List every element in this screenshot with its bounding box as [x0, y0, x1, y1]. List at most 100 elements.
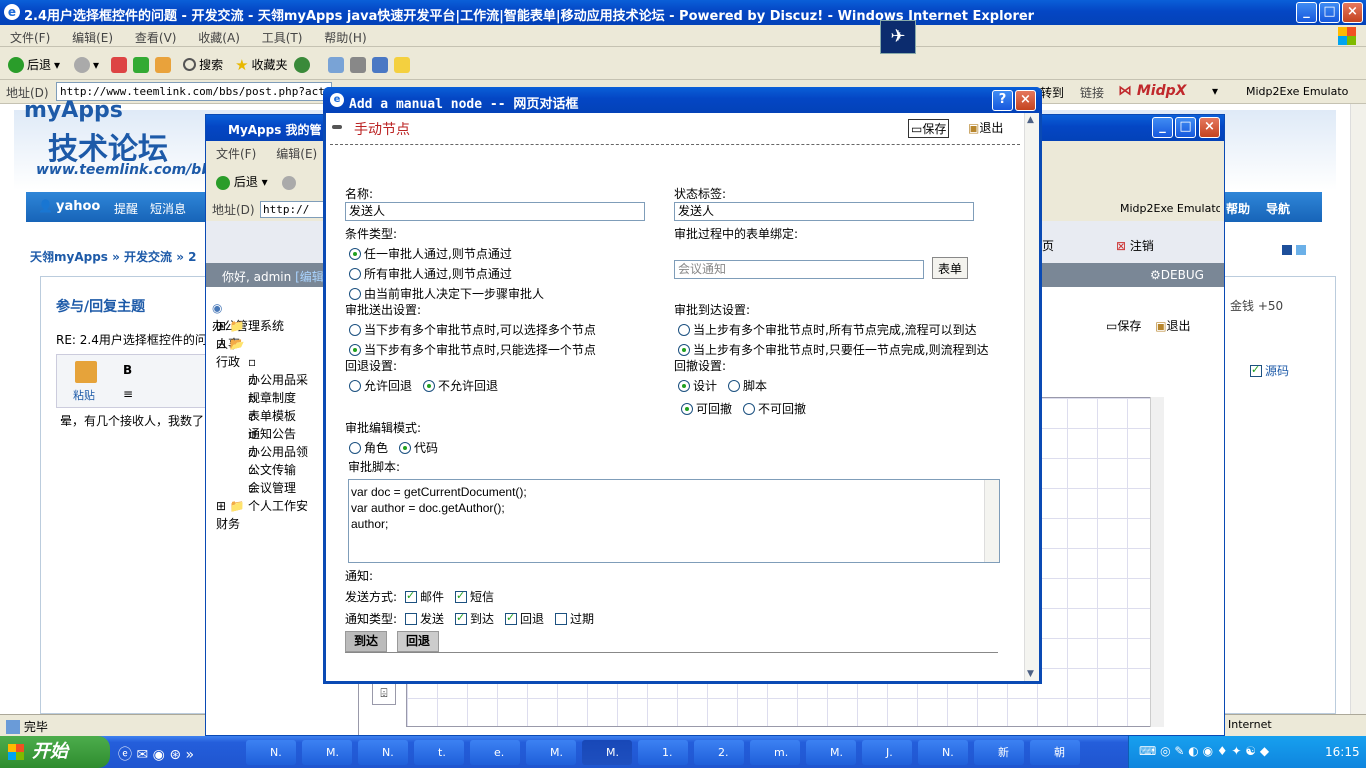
refresh-icon[interactable]	[133, 56, 150, 73]
revoke-mode-script[interactable]: 脚本	[728, 377, 767, 394]
name-input[interactable]: 发送人	[345, 202, 645, 221]
nav-navigate[interactable]: 导航	[1266, 200, 1290, 217]
scroll-up-icon[interactable]: ▲	[1027, 115, 1034, 125]
myapps-maximize-button[interactable]: □	[1175, 117, 1196, 138]
back-button[interactable]: 后退 ▾	[8, 56, 60, 73]
tab-arrive[interactable]: 到达	[345, 631, 387, 652]
debug-label[interactable]: ⚙DEBUG	[1150, 268, 1204, 282]
paste-icon[interactable]	[75, 361, 97, 383]
canvas-scrollbar[interactable]	[1150, 397, 1164, 727]
nav-message[interactable]: 短消息	[150, 200, 186, 217]
myapps-minimize-button[interactable]: _	[1152, 117, 1173, 138]
paste-button[interactable]: 粘贴	[73, 387, 95, 403]
type-option-back[interactable]: 回退	[505, 610, 544, 627]
send-option-sms[interactable]: 短信	[455, 588, 494, 605]
search-button[interactable]: 搜索	[183, 56, 223, 73]
edit-mode-role[interactable]: 角色	[349, 439, 388, 456]
task-item[interactable]: J.	[862, 740, 912, 765]
firefox-quick-icon[interactable]: ◉	[153, 747, 165, 763]
send-option-mail[interactable]: 邮件	[405, 588, 444, 605]
scroll-down-icon[interactable]: ▼	[1027, 669, 1034, 679]
help-button[interactable]: ?	[992, 90, 1013, 111]
note-icon[interactable]	[393, 56, 410, 73]
back-option-deny[interactable]: 不允许回退	[423, 377, 498, 394]
task-item[interactable]: N.	[358, 740, 408, 765]
task-item[interactable]: 1.	[638, 740, 688, 765]
menu-tools[interactable]: 工具(T)	[262, 31, 303, 45]
goto-button[interactable]: 转到	[1040, 84, 1064, 101]
editor-text[interactable]: 晕，有几个接收人，我数了	[60, 412, 206, 429]
revoke-mode-design[interactable]: 设计	[678, 377, 717, 394]
task-item[interactable]: M.	[302, 740, 352, 765]
task-item[interactable]: N.	[918, 740, 968, 765]
align-icon[interactable]: ≡	[123, 387, 133, 401]
script-scrollbar[interactable]	[984, 480, 999, 562]
type-option-expire[interactable]: 过期	[555, 610, 594, 627]
myapps-address[interactable]: http://	[260, 201, 326, 218]
canvas-tool-icon[interactable]: ⌹	[372, 681, 396, 705]
task-item[interactable]: t.	[414, 740, 464, 765]
revoke-option-deny[interactable]: 不可回撤	[743, 400, 806, 417]
bold-icon[interactable]: B	[123, 363, 132, 377]
task-item-active[interactable]: M.	[582, 740, 632, 765]
out-option-multi[interactable]: 当下步有多个审批节点时,可以选择多个节点	[349, 321, 596, 338]
dialog-exit-button[interactable]: ▣退出	[968, 119, 1003, 136]
forward-button[interactable]: ▾	[74, 56, 99, 73]
cond-option-decide[interactable]: 由当前审批人决定下一步骤审批人	[349, 285, 544, 302]
minimize-button[interactable]: _	[1296, 2, 1317, 23]
myapps-midp-link[interactable]: Midp2Exe Emulato	[1120, 202, 1220, 215]
mail-quick-icon[interactable]: ✉	[136, 747, 148, 763]
media-quick-icon[interactable]: ⊛	[169, 747, 181, 763]
logout-link[interactable]: ⊠ 注销	[1116, 237, 1154, 254]
home-icon[interactable]	[155, 56, 172, 73]
arrive-option-all[interactable]: 当上步有多个审批节点时,所有节点完成,流程可以到达	[678, 321, 977, 338]
menu-help[interactable]: 帮助(H)	[324, 31, 366, 45]
favorites-button[interactable]: ★ 收藏夹	[235, 56, 287, 74]
form-binding-input[interactable]: 会议通知	[674, 260, 924, 279]
ie-quick-icon[interactable]: ⓔ	[118, 747, 132, 763]
script-textarea[interactable]: var doc = getCurrentDocument(); var auth…	[348, 479, 1000, 563]
menu-file[interactable]: 文件(F)	[10, 31, 50, 45]
task-item[interactable]: e.	[470, 740, 520, 765]
task-item[interactable]: 2.	[694, 740, 744, 765]
tray-icons[interactable]: ⌨ ◎ ✎ ◐ ◉ ♦ ✦ ☯ ◆	[1139, 744, 1269, 758]
arrive-option-any[interactable]: 当上步有多个审批节点时,只要任一节点完成,则流程到达	[678, 341, 989, 358]
dialog-scrollbar[interactable]: ▲ ▼	[1024, 113, 1039, 681]
links-label[interactable]: 链接	[1080, 84, 1104, 101]
chevron-down-icon[interactable]: ▾	[1212, 84, 1218, 98]
myapps-exit-button[interactable]: ▣退出	[1155, 319, 1190, 333]
menu-edit[interactable]: 编辑(E)	[72, 31, 113, 45]
back-option-allow[interactable]: 允许回退	[349, 377, 412, 394]
mail-icon[interactable]	[327, 56, 344, 73]
type-option-send[interactable]: 发送	[405, 610, 444, 627]
task-item[interactable]: M.	[526, 740, 576, 765]
myapps-close-button[interactable]: ×	[1199, 117, 1220, 138]
revoke-option-allow[interactable]: 可回撤	[681, 400, 732, 417]
close-button[interactable]: ×	[1342, 2, 1363, 23]
midp-link[interactable]: Midp2Exe Emulato	[1246, 85, 1348, 98]
nav-user[interactable]: yahoo	[56, 199, 100, 214]
myapps-back-icon[interactable]	[216, 176, 230, 190]
form-button[interactable]: 表单	[932, 257, 969, 279]
ie-scrollbar[interactable]	[1350, 104, 1366, 714]
history-icon[interactable]	[293, 56, 310, 73]
nav-remind[interactable]: 提醒	[114, 200, 138, 217]
edit-mode-code[interactable]: 代码	[399, 439, 438, 456]
start-button[interactable]: 开始	[0, 736, 110, 768]
dialog-save-button[interactable]: ▭保存	[908, 119, 950, 138]
myapps-forward-icon[interactable]	[281, 176, 296, 190]
menu-favorites[interactable]: 收藏(A)	[198, 31, 240, 45]
nav-help[interactable]: 帮助	[1226, 200, 1250, 217]
stop-icon[interactable]	[111, 56, 128, 73]
task-item[interactable]: 朝	[1030, 740, 1080, 765]
tab-back[interactable]: 回退	[397, 631, 439, 652]
type-option-arrive[interactable]: 到达	[455, 610, 494, 627]
task-item[interactable]: N.	[246, 740, 296, 765]
task-item[interactable]: m.	[750, 740, 800, 765]
myapps-save-button[interactable]: ▭保存	[1106, 319, 1141, 333]
menu-view[interactable]: 查看(V)	[135, 31, 177, 45]
edit-page-icon[interactable]	[371, 56, 388, 73]
task-item[interactable]: 新	[974, 740, 1024, 765]
dialog-close-button[interactable]: ×	[1015, 90, 1036, 111]
source-checkbox[interactable]: 源码	[1250, 362, 1289, 379]
